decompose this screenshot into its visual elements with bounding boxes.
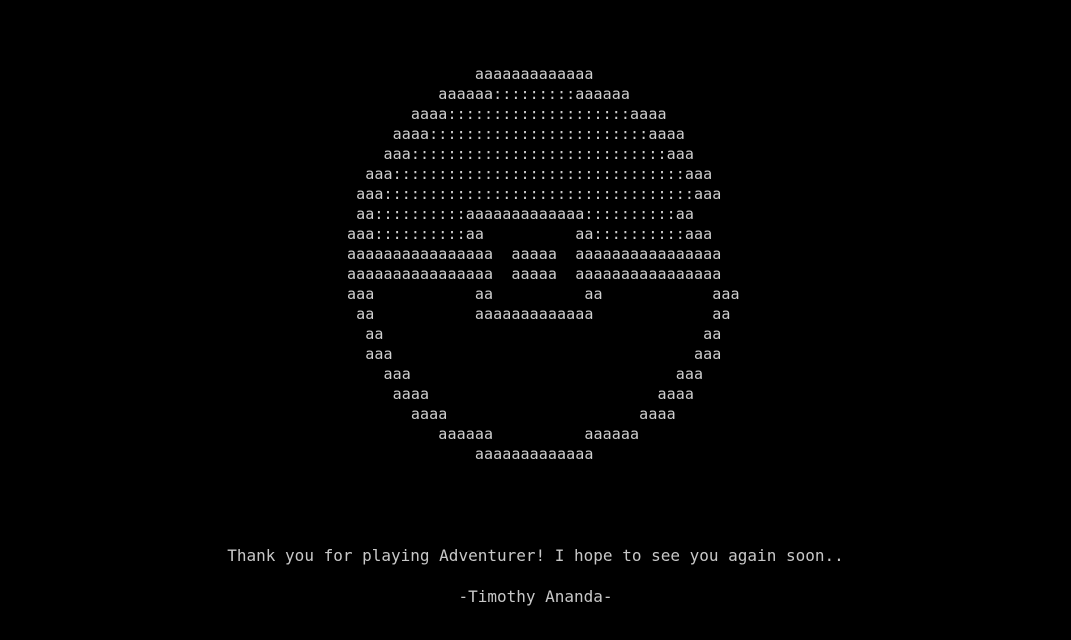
art-line: aaaa aaaa bbox=[347, 385, 694, 403]
art-line: aaaaaa:::::::::aaaaaa bbox=[347, 85, 631, 103]
author-signature: -Timothy Ananda- bbox=[458, 587, 613, 606]
art-line: aaa::::::::::aa aa::::::::::aaa bbox=[347, 225, 713, 243]
thank-you-message: Thank you for playing Adventurer! I hope… bbox=[227, 546, 844, 565]
art-line: aaa::::::::::::::::::::::::::::::::::aaa bbox=[347, 185, 722, 203]
art-line: aaaaaaaaaaaaaaaa aaaaa aaaaaaaaaaaaaaaa bbox=[347, 245, 722, 263]
art-line: aa aaaaaaaaaaaaa aa bbox=[347, 305, 731, 323]
art-line: aaaa::::::::::::::::::::::::aaaa bbox=[347, 125, 685, 143]
art-line: aa aa bbox=[347, 325, 722, 343]
art-line: aaaa aaaa bbox=[347, 405, 676, 423]
art-line: aaa aaa bbox=[347, 365, 704, 383]
art-line: aaa::::::::::::::::::::::::::::aaa bbox=[347, 145, 694, 163]
art-line: aaaaaaaaaaaaa bbox=[347, 445, 594, 463]
ascii-art-smiley: aaaaaaaaaaaaa aaaaaa:::::::::aaaaaa aaaa… bbox=[0, 64, 1071, 464]
art-line: aa::::::::::aaaaaaaaaaaaa::::::::::aa bbox=[347, 205, 694, 223]
art-line: aaaaaaaaaaaaaaaa aaaaa aaaaaaaaaaaaaaaa bbox=[347, 265, 722, 283]
art-line: aaa::::::::::::::::::::::::::::::::aaa bbox=[347, 165, 713, 183]
art-line: aaa aaa bbox=[347, 345, 722, 363]
art-line: aaaaaaaaaaaaa bbox=[347, 65, 594, 83]
art-line: aaaaaa aaaaaa bbox=[347, 425, 640, 443]
art-line: aaa aa aa aaa bbox=[347, 285, 740, 303]
art-line: aaaa::::::::::::::::::::aaaa bbox=[347, 105, 667, 123]
